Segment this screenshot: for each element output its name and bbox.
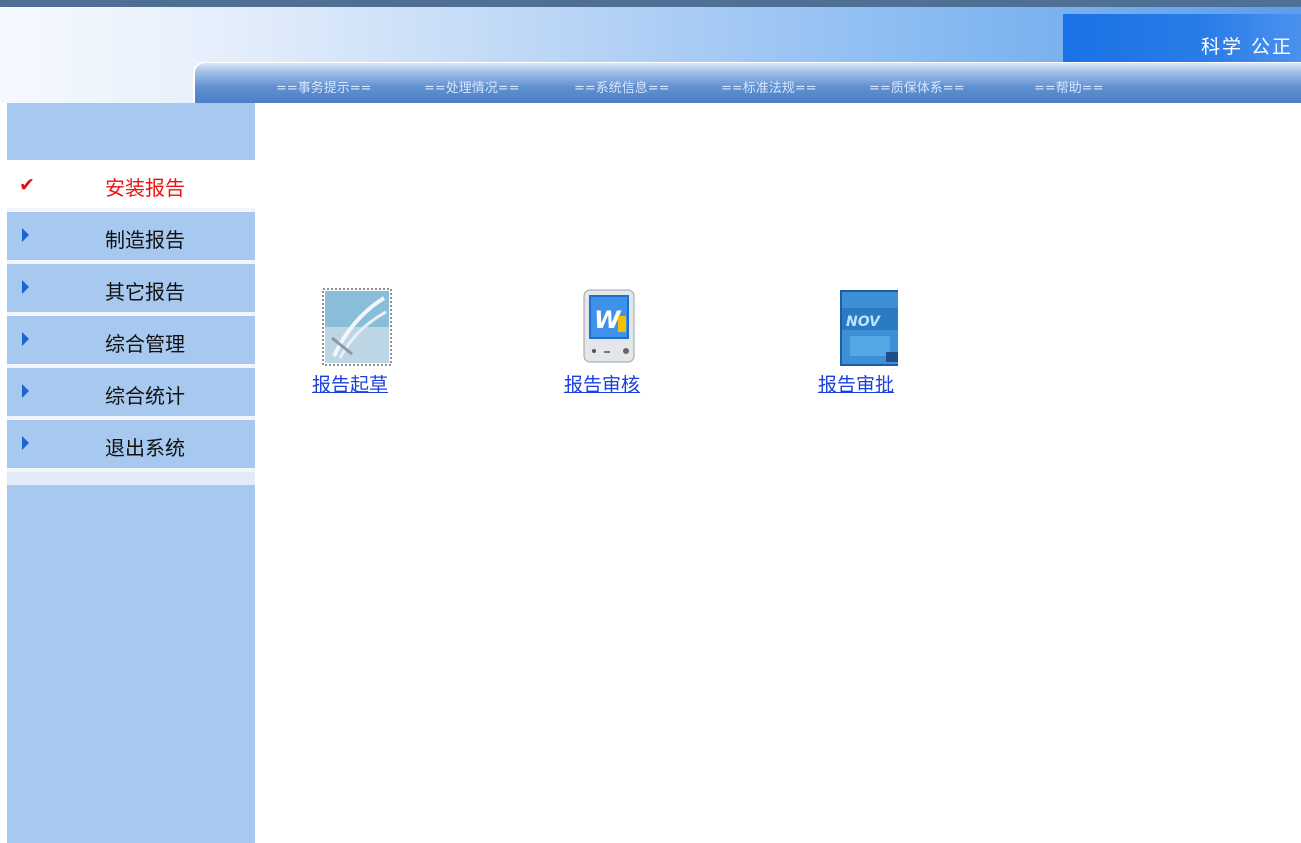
launcher-report-approval[interactable]: NOV 报告审批	[818, 288, 908, 396]
triangle-right-icon	[19, 332, 33, 348]
sidebar-item-label: 综合统计	[105, 384, 185, 408]
sidebar: ✔ 安装报告 制造报告 其它报告 综合管理 综合统计 退出系统	[7, 103, 255, 843]
sidebar-item-other-report[interactable]: 其它报告	[7, 264, 255, 316]
drafting-icon	[322, 288, 392, 366]
sidebar-divider	[7, 472, 255, 485]
launcher-report-review[interactable]: W 报告审核	[564, 288, 654, 396]
triangle-right-icon	[19, 280, 33, 296]
sidebar-item-management[interactable]: 综合管理	[7, 316, 255, 368]
sidebar-item-logout[interactable]: 退出系统	[7, 420, 255, 472]
header-banner: 科学 公正 ==事务提示== ==处理情况== ==系统信息== ==标准法规=…	[0, 0, 1301, 103]
nav-item-processing[interactable]: ==处理情况==	[424, 77, 520, 96]
triangle-right-icon	[19, 436, 33, 452]
check-icon: ✔	[19, 174, 35, 196]
sidebar-item-label: 退出系统	[105, 436, 185, 460]
review-monitor-icon: W	[574, 288, 644, 366]
launcher-label[interactable]: 报告审核	[564, 370, 640, 397]
sidebar-item-label: 其它报告	[105, 280, 185, 304]
sidebar-item-manufacture-report[interactable]: 制造报告	[7, 212, 255, 264]
sidebar-item-statistics[interactable]: 综合统计	[7, 368, 255, 420]
approval-book-icon: NOV	[828, 288, 906, 366]
sidebar-item-label: 安装报告	[105, 176, 185, 200]
top-nav-bar: ==事务提示== ==处理情况== ==系统信息== ==标准法规== ==质保…	[193, 62, 1301, 103]
sidebar-item-install-report[interactable]: ✔ 安装报告	[7, 160, 255, 212]
nav-item-system-info[interactable]: ==系统信息==	[574, 77, 670, 96]
sidebar-item-label: 制造报告	[105, 228, 185, 252]
nav-item-standards[interactable]: ==标准法规==	[721, 77, 817, 96]
nav-item-notices[interactable]: ==事务提示==	[276, 77, 372, 96]
launcher-label[interactable]: 报告审批	[818, 370, 894, 397]
triangle-right-icon	[19, 228, 33, 244]
svg-text:NOV: NOV	[846, 314, 881, 330]
slogan-text: 科学 公正	[1200, 36, 1293, 58]
svg-text:W: W	[594, 306, 622, 334]
launcher-label[interactable]: 报告起草	[312, 370, 388, 397]
nav-item-help[interactable]: ==帮助==	[1034, 77, 1104, 96]
sidebar-item-label: 综合管理	[105, 332, 185, 356]
slogan-block: 科学 公正	[1063, 14, 1301, 64]
launcher-report-draft[interactable]: 报告起草	[312, 288, 402, 396]
nav-item-quality-system[interactable]: ==质保体系==	[869, 77, 965, 96]
triangle-right-icon	[19, 384, 33, 400]
